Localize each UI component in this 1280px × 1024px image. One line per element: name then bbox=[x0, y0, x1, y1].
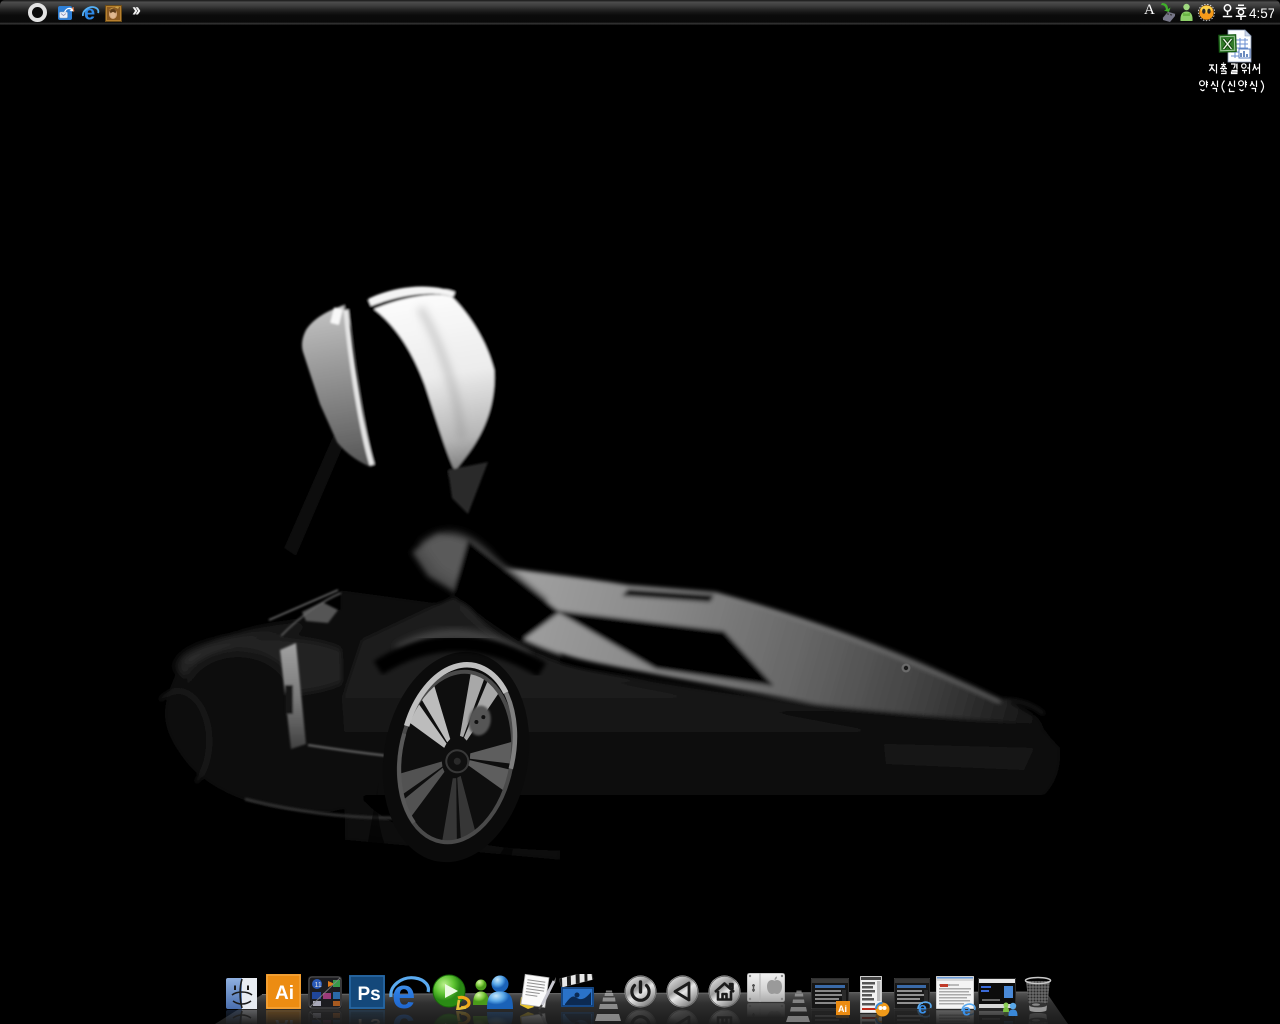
svg-text:Ai: Ai bbox=[838, 1004, 847, 1014]
svg-text:Ai: Ai bbox=[275, 983, 294, 1004]
svg-text:Ps: Ps bbox=[358, 984, 381, 1005]
svg-text:11: 11 bbox=[315, 982, 322, 989]
svg-text:4:57: 4:57 bbox=[1249, 6, 1274, 21]
svg-text:e: e bbox=[84, 3, 95, 23]
